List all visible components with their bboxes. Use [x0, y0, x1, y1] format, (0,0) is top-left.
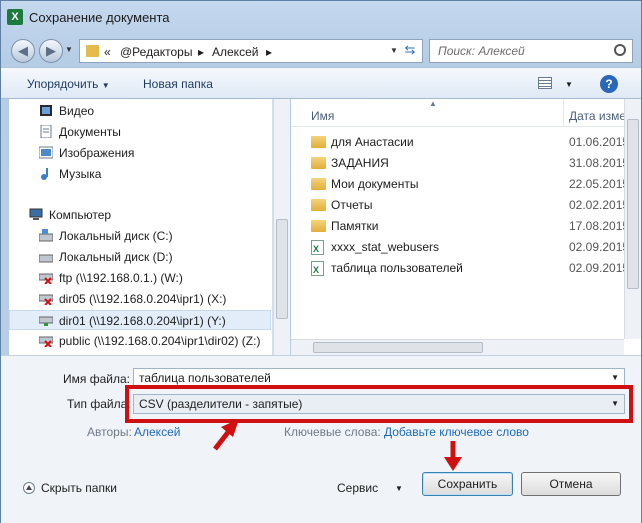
annotation-arrow-filetype: [213, 419, 239, 451]
annotation-arrows: [213, 419, 462, 471]
save-dialog: X Сохранение документа ◀ ▶ ▼ « @Редактор…: [0, 0, 642, 523]
annotation-arrow-save: [444, 441, 462, 471]
